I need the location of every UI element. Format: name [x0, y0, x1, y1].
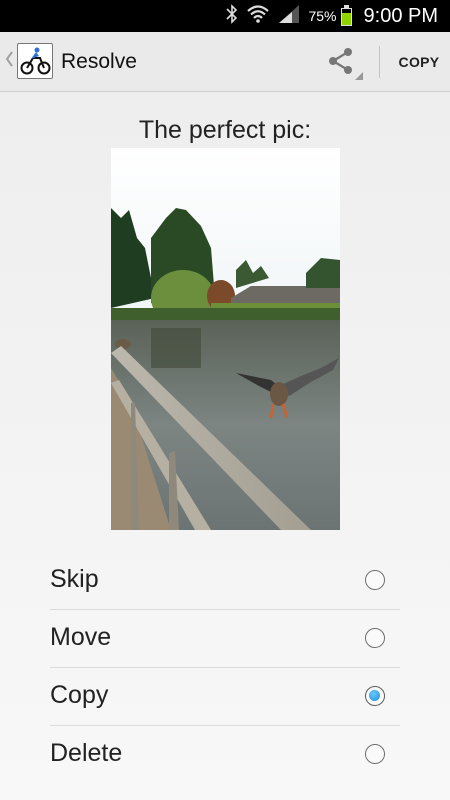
option-move[interactable]: Move	[50, 610, 400, 668]
option-label: Delete	[50, 739, 123, 767]
share-button[interactable]	[322, 42, 364, 82]
status-bar: 75% 9:00 PM	[0, 0, 450, 32]
bluetooth-icon	[226, 3, 238, 29]
battery-icon	[340, 5, 352, 26]
option-skip[interactable]: Skip	[50, 552, 400, 610]
status-clock: 9:00 PM	[363, 4, 438, 27]
radio-delete[interactable]	[365, 744, 385, 764]
option-label: Skip	[50, 565, 99, 593]
wifi-icon	[246, 4, 270, 29]
option-delete[interactable]: Delete	[50, 726, 400, 784]
signal-icon	[278, 4, 300, 29]
app-icon[interactable]	[17, 43, 53, 79]
action-bar: Resolve COPY	[0, 32, 450, 92]
action-divider	[379, 46, 380, 78]
radio-move[interactable]	[365, 628, 385, 648]
copy-action-button[interactable]: COPY	[388, 32, 450, 92]
battery-fill	[341, 13, 351, 25]
up-caret-icon[interactable]	[5, 50, 13, 73]
option-label: Move	[50, 623, 112, 651]
resolve-options: Skip Move Copy Delete	[50, 552, 400, 784]
main-content: The perfect pic: Skip Move Copy Delete	[0, 92, 450, 800]
share-icon	[322, 48, 364, 86]
radio-skip[interactable]	[365, 570, 385, 590]
photo-preview	[111, 148, 340, 530]
prompt-heading: The perfect pic:	[138, 116, 312, 144]
option-copy[interactable]: Copy	[50, 668, 400, 726]
option-label: Copy	[50, 681, 109, 709]
radio-copy[interactable]	[365, 686, 385, 706]
page-title: Resolve	[61, 50, 137, 73]
battery-percent: 75%	[308, 8, 337, 24]
